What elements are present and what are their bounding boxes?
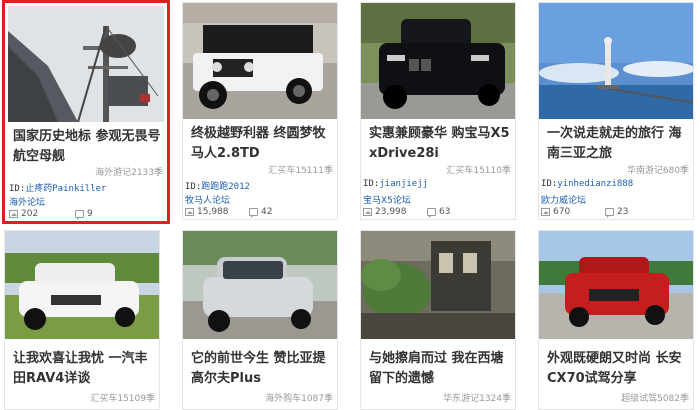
rav4-photo [5,231,159,339]
card-title[interactable]: 它的前世今生 赞比亚提高尔夫Plus [191,349,337,389]
card-source: 汇买车15111季 [268,166,333,176]
article-card-2[interactable]: 终极越野利器 终圆梦牧马人2.8TD 汇买车15111季 ID:跑跑跑2012 … [182,2,338,220]
card-source: 华南游记680季 [626,166,689,176]
card-source: 海外游记2133季 [95,168,163,178]
card-source: 汇买车15109季 [90,394,155,404]
bmw-photo [361,3,515,119]
card-thumbnail-golf[interactable] [183,231,337,339]
article-card-6[interactable]: 它的前世今生 赞比亚提高尔夫Plus 海外购车1087季 [182,230,338,410]
comment-icon [605,208,614,218]
author-link[interactable]: yinhedianzi888 [557,179,633,189]
card-forum-link[interactable]: 欧力威论坛 [541,193,586,206]
card-thumbnail-sanya[interactable] [539,3,693,119]
card-thumbnail-bmw[interactable] [361,3,515,119]
image-icon [9,210,18,218]
card-title[interactable]: 让我欢喜让我忧 一汽丰田RAV4详谈 [13,349,159,389]
jeep-photo [183,3,337,119]
card-title[interactable]: 外观既硬朗又时尚 长安CX70试驾分享 [547,349,693,389]
card-source: 超级试驾5082季 [621,394,689,404]
card-source: 汇买车15110季 [446,166,511,176]
xitang-photo [361,231,515,339]
card-title[interactable]: 国家历史地标 参观无畏号航空母舰 [13,127,163,167]
card-source: 华东游记1324季 [443,394,511,404]
image-icon [363,208,372,216]
card-forum-link[interactable]: 宝马X5论坛 [363,193,411,206]
author-link[interactable]: 跑跑跑2012 [201,182,250,192]
comment-count: 9 [75,209,93,220]
article-card-8[interactable]: 外观既硬朗又时尚 长安CX70试驾分享 超级试驾5082季 [538,230,694,410]
card-author[interactable]: ID:跑跑跑2012 [185,179,250,192]
author-prefix: ID: [541,179,558,189]
comment-icon [75,210,84,220]
image-icon [541,208,550,216]
author-link[interactable]: jianjiejj [379,179,428,189]
card-title[interactable]: 与她擦肩而过 我在西塘留下的遗憾 [369,349,515,389]
card-author[interactable]: ID:yinhedianzi888 [541,179,633,189]
card-thumbnail-cx70[interactable] [539,231,693,339]
image-count: 23,998 [363,207,407,217]
card-forum-link[interactable]: 牧马人论坛 [185,193,230,206]
card-author[interactable]: ID:止疼药Painkiller [9,181,106,194]
comment-count: 23 [605,207,628,218]
article-card-5[interactable]: 让我欢喜让我忧 一汽丰田RAV4详谈 汇买车15109季 [4,230,160,410]
comment-count: 63 [427,207,450,218]
card-thumbnail-jeep[interactable] [183,3,337,119]
cx70-photo [539,231,693,339]
sanya-photo [539,3,693,119]
card-title[interactable]: 一次说走就走的旅行 海南三亚之旅 [547,124,693,164]
card-title[interactable]: 终极越野利器 终圆梦牧马人2.8TD [191,124,337,164]
card-forum-link[interactable]: 海外论坛 [9,195,45,208]
card-author[interactable]: ID:jianjiejj [363,179,428,189]
article-card-3[interactable]: 实惠兼顾豪华 购宝马X5 xDrive28i 汇买车15110季 ID:jian… [360,2,516,220]
card-source: 海外购车1087季 [265,394,333,404]
image-count: 15,988 [185,207,229,217]
author-prefix: ID: [9,184,26,194]
author-link[interactable]: 止疼药Painkiller [25,184,106,194]
card-thumbnail-xitang[interactable] [361,231,515,339]
image-count: 670 [541,207,570,217]
article-card-4[interactable]: 一次说走就走的旅行 海南三亚之旅 华南游记680季 ID:yinhedianzi… [538,2,694,220]
carrier-photo [8,6,164,122]
image-icon [185,208,194,216]
card-thumbnail-carrier[interactable] [8,6,164,122]
card-thumbnail-rav4[interactable] [5,231,159,339]
comment-icon [427,208,436,218]
author-prefix: ID: [363,179,380,189]
comment-icon [249,208,258,218]
card-title[interactable]: 实惠兼顾豪华 购宝马X5 xDrive28i [369,124,515,164]
comment-count: 42 [249,207,272,218]
article-card-7[interactable]: 与她擦肩而过 我在西塘留下的遗憾 华东游记1324季 [360,230,516,410]
image-count: 202 [9,209,38,219]
golf-photo [183,231,337,339]
author-prefix: ID: [185,182,202,192]
article-card-1[interactable]: 国家历史地标 参观无畏号航空母舰 海外游记2133季 ID:止疼药Painkil… [2,0,170,224]
